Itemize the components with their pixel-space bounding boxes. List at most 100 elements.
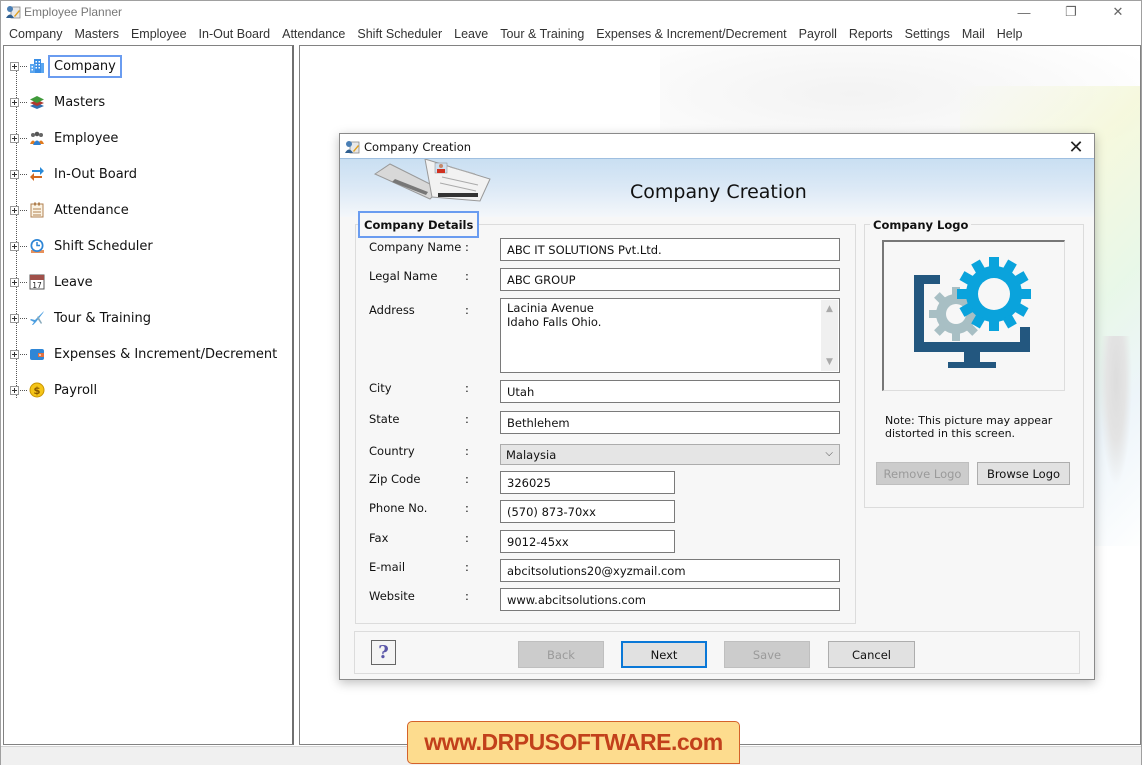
expand-icon[interactable]	[10, 97, 19, 107]
menu-attendance[interactable]: Attendance	[276, 27, 351, 41]
address-line-1: Lacinia Avenue	[507, 301, 594, 315]
colon: :	[465, 589, 469, 603]
company-details-title: Company Details	[358, 211, 480, 238]
state-input[interactable]: Bethlehem	[500, 411, 840, 434]
arrows-exchange-icon	[28, 165, 46, 183]
tree-item-payroll[interactable]: $ Payroll	[10, 379, 103, 401]
tree-label: Tour & Training	[54, 310, 151, 326]
navigation-tree: Company Masters Employee In-Out Board At…	[3, 45, 294, 745]
close-icon: ✕	[1112, 4, 1124, 19]
expand-icon[interactable]	[10, 385, 19, 395]
fax-input[interactable]: 9012-45xx	[500, 530, 675, 553]
maximize-button[interactable]: ❐	[1048, 1, 1094, 23]
menu-expenses[interactable]: Expenses & Increment/Decrement	[590, 27, 792, 41]
wallet-icon	[28, 345, 46, 363]
dialog-app-icon	[345, 141, 360, 154]
address-scrollbar[interactable]: ▲ ▼	[821, 300, 838, 371]
menu-employee[interactable]: Employee	[125, 27, 193, 41]
menu-settings[interactable]: Settings	[899, 27, 956, 41]
address-textarea[interactable]: Lacinia Avenue Idaho Falls Ohio. ▲ ▼	[500, 298, 840, 373]
expand-icon[interactable]	[10, 241, 19, 251]
expand-icon[interactable]	[10, 61, 19, 71]
menu-in-out-board[interactable]: In-Out Board	[193, 27, 277, 41]
zip-code-input[interactable]: 326025	[500, 471, 675, 494]
svg-text:17: 17	[32, 281, 42, 290]
expand-icon[interactable]	[10, 277, 19, 287]
close-icon: ✕	[1068, 136, 1084, 157]
tree-item-masters[interactable]: Masters	[10, 91, 111, 113]
minimize-button[interactable]: —	[1001, 1, 1047, 23]
expand-icon[interactable]	[10, 349, 19, 359]
layers-icon	[28, 93, 46, 111]
maximize-icon: ❐	[1065, 4, 1077, 19]
menu-payroll[interactable]: Payroll	[793, 27, 843, 41]
menu-mail[interactable]: Mail	[956, 27, 991, 41]
country-label: Country	[369, 444, 415, 458]
title-bar: Employee Planner — ❐ ✕	[1, 1, 1141, 23]
building-icon	[28, 57, 46, 75]
browse-logo-button[interactable]: Browse Logo	[977, 462, 1070, 485]
website-input[interactable]: www.abcitsolutions.com	[500, 588, 840, 611]
country-select[interactable]: Malaysia ⌵	[500, 444, 840, 465]
expand-icon[interactable]	[10, 169, 19, 179]
cancel-button[interactable]: Cancel	[828, 641, 915, 668]
legal-name-input[interactable]: ABC GROUP	[500, 268, 840, 291]
dialog-close-button[interactable]: ✕	[1064, 136, 1088, 158]
tree-item-in-out-board[interactable]: In-Out Board	[10, 163, 143, 185]
tree-label: Expenses & Increment/Decrement	[54, 346, 278, 362]
chevron-down-icon: ⌵	[825, 448, 833, 459]
menu-company[interactable]: Company	[3, 27, 69, 41]
company-name-input[interactable]: ABC IT SOLUTIONS Pvt.Ltd.	[500, 238, 840, 261]
phone-input[interactable]: (570) 873-70xx	[500, 500, 675, 523]
notebook-pen-icon	[373, 159, 491, 202]
clipboard-icon	[28, 201, 46, 219]
back-button[interactable]: Back	[518, 641, 604, 668]
tree-label: Employee	[54, 130, 119, 146]
banner-title: Company Creation	[630, 181, 807, 203]
tree-item-employee[interactable]: Employee	[10, 127, 124, 149]
remove-logo-button[interactable]: Remove Logo	[876, 462, 969, 485]
svg-text:$: $	[34, 386, 41, 397]
menu-masters[interactable]: Masters	[69, 27, 125, 41]
menu-help[interactable]: Help	[991, 27, 1029, 41]
drpu-watermark-link[interactable]: www.DRPUSOFTWARE.com	[407, 721, 740, 764]
logo-preview	[882, 240, 1065, 391]
close-button[interactable]: ✕	[1095, 1, 1141, 23]
colon: :	[465, 381, 469, 395]
tree-label: Leave	[54, 274, 93, 290]
menu-reports[interactable]: Reports	[843, 27, 899, 41]
next-button[interactable]: Next	[621, 641, 707, 668]
email-input[interactable]: abcitsolutions20@xyzmail.com	[500, 559, 840, 582]
question-mark-icon: ?	[378, 642, 389, 663]
legal-name-label: Legal Name	[369, 269, 438, 283]
tree-label: In-Out Board	[54, 166, 138, 182]
expand-icon[interactable]	[10, 313, 19, 323]
company-logo-title: Company Logo	[870, 218, 972, 232]
menu-leave[interactable]: Leave	[448, 27, 494, 41]
app-title: Employee Planner	[24, 5, 123, 19]
tree-item-tour-training[interactable]: Tour & Training	[10, 307, 157, 329]
employee-planner-window: Employee Planner — ❐ ✕ Company Masters E…	[0, 0, 1142, 765]
scroll-down-icon[interactable]: ▼	[821, 355, 838, 369]
expand-icon[interactable]	[10, 205, 19, 215]
colon: :	[465, 501, 469, 515]
help-button[interactable]: ?	[371, 640, 396, 665]
colon: :	[465, 269, 469, 283]
tree-item-leave[interactable]: 17 Leave	[10, 271, 99, 293]
city-input[interactable]: Utah	[500, 380, 840, 403]
tree-item-attendance[interactable]: Attendance	[10, 199, 135, 221]
minimize-icon: —	[1017, 4, 1031, 20]
tree-item-expenses[interactable]: Expenses & Increment/Decrement	[10, 343, 283, 365]
phone-label: Phone No.	[369, 501, 428, 515]
dialog-banner: Company Creation	[340, 159, 1094, 217]
tree-item-shift-scheduler[interactable]: Shift Scheduler	[10, 235, 159, 257]
tree-item-company[interactable]: Company	[10, 54, 122, 78]
menu-shift-scheduler[interactable]: Shift Scheduler	[351, 27, 448, 41]
expand-icon[interactable]	[10, 133, 19, 143]
save-button[interactable]: Save	[724, 641, 810, 668]
company-logo-image	[914, 257, 1031, 368]
scroll-up-icon[interactable]: ▲	[821, 302, 838, 316]
tree-label: Shift Scheduler	[54, 238, 153, 254]
menu-tour-training[interactable]: Tour & Training	[494, 27, 590, 41]
decorative-silhouette	[1100, 336, 1132, 486]
